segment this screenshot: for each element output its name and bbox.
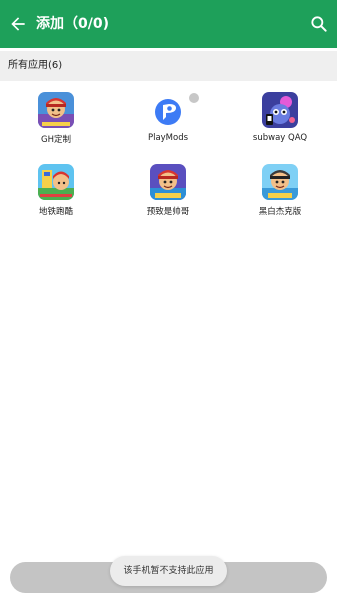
badge-dot — [188, 92, 200, 104]
app-label: PlayMods — [147, 133, 189, 143]
app-item-subway-surf[interactable]: 地铁跑酷 — [0, 160, 112, 230]
app-label: GH定制 — [41, 135, 71, 145]
app-item-yuzhi[interactable]: 预致是帅哥 — [112, 160, 224, 230]
subway-surfers-icon — [150, 164, 186, 200]
subway-surfers-icon — [38, 92, 74, 128]
top-app-bar: 添加（0/0) — [0, 0, 337, 48]
app-item-gh[interactable]: GH定制 — [0, 88, 112, 158]
app-label: 预致是帅哥 — [146, 207, 190, 217]
subway-surfers-icon — [262, 164, 298, 200]
page-title: 添加（0/0) — [36, 16, 109, 32]
app-item-heibai[interactable]: 黑白杰克版 — [224, 160, 336, 230]
playmods-icon — [150, 92, 186, 128]
app-label: subway QAQ — [252, 133, 308, 143]
arrow-left-icon[interactable] — [8, 14, 28, 34]
app-item-playmods[interactable]: PlayMods — [112, 88, 224, 158]
subway-qaq-icon — [262, 92, 298, 128]
subway-surfers-icon — [38, 164, 74, 200]
section-label: 所有应用(6) — [8, 60, 63, 71]
toast-message: 该手机暂不支持此应用 — [110, 556, 227, 586]
section-header: 所有应用(6) — [0, 51, 337, 81]
app-item-subway-qaq[interactable]: subway QAQ — [224, 88, 336, 158]
app-label: 黑白杰克版 — [258, 207, 302, 217]
search-icon[interactable] — [309, 14, 329, 34]
app-label: 地铁跑酷 — [38, 207, 73, 217]
